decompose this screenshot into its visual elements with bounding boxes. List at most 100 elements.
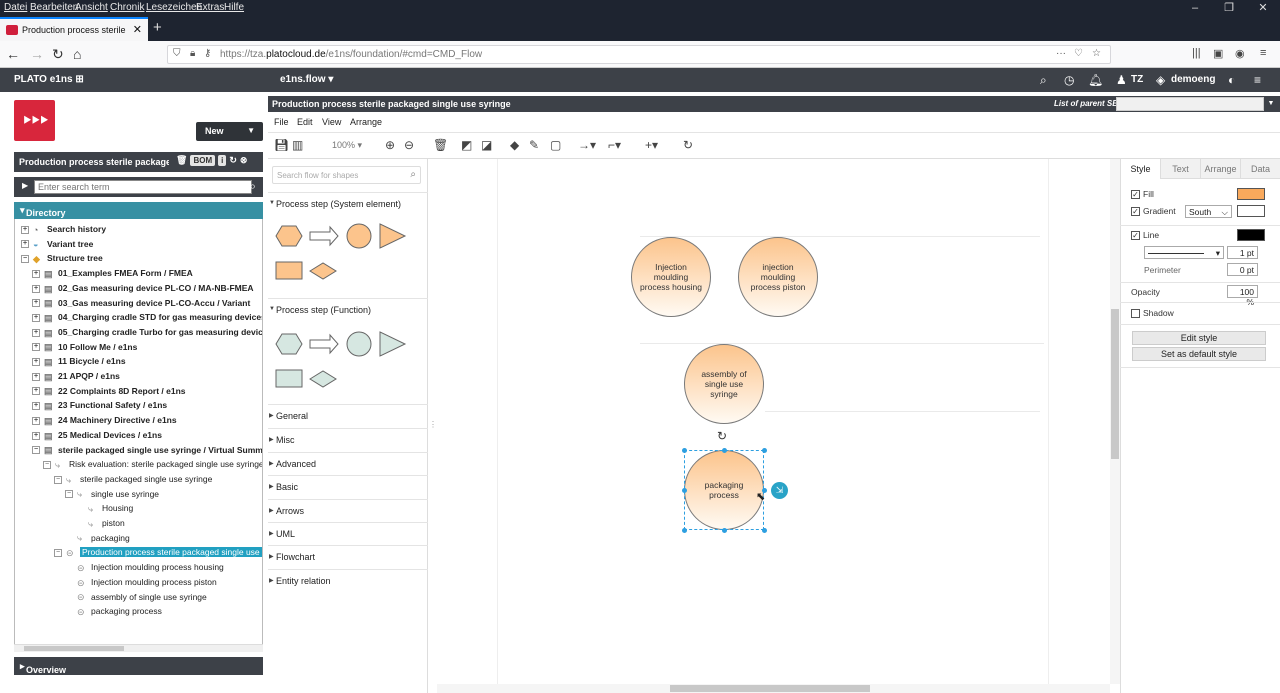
- panel-splitter[interactable]: ⋮: [429, 420, 437, 429]
- editor-menu-arrange[interactable]: Arrange: [350, 117, 382, 127]
- expand-icon[interactable]: +: [32, 402, 40, 411]
- hexagon-shape[interactable]: [275, 225, 303, 247]
- circle-shape[interactable]: [346, 223, 372, 249]
- expand-icon[interactable]: +: [32, 387, 40, 396]
- section-general[interactable]: ▶ General: [268, 404, 428, 426]
- library-icon[interactable]: |||: [1192, 47, 1201, 59]
- zoom-level[interactable]: 100% ▾: [332, 140, 362, 151]
- bom-button[interactable]: BOM: [190, 155, 216, 166]
- tree-item[interactable]: − ⤷ Risk evaluation: sterile packaged sing…: [43, 457, 262, 471]
- resize-handle[interactable]: [722, 528, 727, 533]
- insert-icon[interactable]: +▾: [645, 138, 658, 152]
- arrow-shape[interactable]: [309, 225, 339, 247]
- line-color-icon[interactable]: ✎: [529, 138, 539, 152]
- connection-icon[interactable]: →▾: [578, 138, 596, 152]
- tree-item[interactable]: − ⤷ sterile packaged single use syringe: [54, 472, 212, 486]
- collapse-icon[interactable]: −: [32, 446, 40, 455]
- trash-icon[interactable]: 🗑︎: [176, 155, 187, 166]
- tree-item[interactable]: + ▤ 10 Follow Me / e1ns: [32, 340, 137, 354]
- tree-item[interactable]: + ▤ 24 Machinery Directive / e1ns: [32, 413, 177, 427]
- tab-text[interactable]: Text: [1160, 159, 1200, 179]
- tree-item[interactable]: + ▤ 21 APQP / e1ns: [32, 369, 120, 383]
- tab-style[interactable]: Style: [1120, 159, 1160, 179]
- shadow-checkbox[interactable]: [1131, 309, 1140, 319]
- menu-lesezeichen[interactable]: Lesezeichen: [146, 2, 202, 13]
- gradient-color-swatch[interactable]: [1237, 205, 1265, 217]
- hexagon-shape[interactable]: [275, 333, 303, 355]
- editor-menu-edit[interactable]: Edit: [297, 117, 313, 127]
- resize-handle[interactable]: [682, 488, 687, 493]
- shadow-icon[interactable]: ▢: [550, 138, 561, 152]
- tree-search-input[interactable]: [34, 180, 252, 194]
- shield-icon[interactable]: ⛉: [173, 48, 181, 59]
- directory-tree-header[interactable]: ▾ Directory tree: [14, 202, 263, 228]
- section-advanced[interactable]: ▶ Advanced: [268, 452, 428, 474]
- chevron-down-icon[interactable]: ▼: [1264, 97, 1278, 111]
- delete-icon[interactable]: 🗑︎: [433, 138, 448, 152]
- close-tab-icon[interactable]: ✕: [133, 23, 142, 36]
- tree-item[interactable]: ⊝ packaging process: [65, 604, 162, 618]
- section-basic[interactable]: ▶ Basic: [268, 475, 428, 497]
- perimeter-input[interactable]: 0 pt: [1227, 263, 1258, 276]
- line-checkbox[interactable]: ✓: [1131, 231, 1140, 241]
- forward-icon[interactable]: →: [30, 46, 44, 62]
- tree-item[interactable]: ⊝ Injection moulding process piston: [65, 575, 217, 589]
- expand-icon[interactable]: +: [32, 372, 40, 381]
- tree-item[interactable]: + ◒ Variant tree: [21, 237, 93, 251]
- resize-handle[interactable]: [722, 448, 727, 453]
- expand-icon[interactable]: +: [32, 284, 40, 293]
- rectangle-shape[interactable]: [275, 369, 303, 388]
- tree-item[interactable]: ⤷ piston: [76, 516, 125, 530]
- expand-icon[interactable]: +: [32, 299, 40, 308]
- user-initials[interactable]: TZ: [1131, 74, 1143, 85]
- menu-extras[interactable]: Extras: [196, 2, 224, 13]
- expand-arrow-icon[interactable]: ▶: [22, 181, 28, 190]
- new-button[interactable]: New ▼: [196, 122, 263, 141]
- section-arrows[interactable]: ▶ Arrows: [268, 499, 428, 521]
- edit-style-button[interactable]: Edit style: [1132, 331, 1266, 345]
- zoom-out-icon[interactable]: ⊖: [404, 138, 414, 152]
- search-icon[interactable]: ⌕: [1040, 73, 1047, 88]
- menu-bearbeiten[interactable]: Bearbeiten: [30, 2, 78, 13]
- tab-data[interactable]: Data: [1240, 159, 1280, 179]
- rhombus-shape[interactable]: [309, 370, 337, 388]
- bell-icon[interactable]: 🔔︎: [1088, 73, 1103, 87]
- expand-icon[interactable]: +: [32, 358, 40, 367]
- expand-icon[interactable]: +: [32, 431, 40, 440]
- node-injection-housing[interactable]: Injection moulding process housing: [631, 237, 711, 317]
- arrow-shape[interactable]: [309, 333, 339, 355]
- collapse-icon[interactable]: −: [54, 549, 62, 558]
- expand-icon[interactable]: +: [32, 416, 40, 425]
- collapse-icon[interactable]: −: [21, 255, 29, 264]
- browser-tab[interactable]: Production process sterile pack ✕: [0, 17, 148, 41]
- tree-item[interactable]: ⤷ packaging: [65, 531, 130, 545]
- tree-item[interactable]: − ▤ sterile packaged single use syringe / …: [32, 443, 262, 457]
- tree-item[interactable]: + ▤ 02_Gas measuring device PL-CO / MA-NB-…: [32, 281, 254, 295]
- expand-icon[interactable]: +: [32, 313, 40, 322]
- overview-header[interactable]: ▸ Overview: [14, 657, 263, 675]
- tree-item[interactable]: − ⤷ single use syringe: [65, 487, 159, 501]
- menu-ansicht[interactable]: Ansicht: [75, 2, 108, 13]
- canvas-vertical-scrollbar[interactable]: [1110, 159, 1120, 684]
- expand-icon[interactable]: +: [32, 328, 40, 337]
- menu-datei[interactable]: Datei: [4, 2, 27, 13]
- expand-icon[interactable]: +: [32, 269, 40, 278]
- node-injection-piston[interactable]: injection moulding process piston: [738, 237, 818, 317]
- back-icon[interactable]: ←: [6, 46, 20, 62]
- search-icon[interactable]: ⌕: [410, 169, 416, 180]
- restore-icon[interactable]: ❐: [1212, 0, 1246, 17]
- layout-icon[interactable]: ▥: [292, 138, 303, 152]
- section-process-step-system[interactable]: ▼ Process step (System element): [268, 192, 428, 214]
- rectangle-shape[interactable]: [275, 261, 303, 280]
- editor-menu-file[interactable]: File: [274, 117, 289, 127]
- menu-hilfe[interactable]: Hilfe: [224, 2, 244, 13]
- tree-item[interactable]: ⊝ Injection moulding process housing: [65, 560, 224, 574]
- tree-item[interactable]: + ▤ 23 Functional Safety / e1ns: [32, 398, 167, 412]
- account-icon[interactable]: ◉: [1235, 47, 1245, 60]
- browser-menu-icon[interactable]: ≡: [1260, 47, 1266, 59]
- search-icon[interactable]: ⌕: [249, 179, 256, 194]
- line-color-swatch[interactable]: [1237, 229, 1265, 241]
- editor-menu-view[interactable]: View: [322, 117, 341, 127]
- close-circle-icon[interactable]: ⊗: [240, 155, 248, 166]
- to-back-icon[interactable]: ◪: [481, 138, 492, 152]
